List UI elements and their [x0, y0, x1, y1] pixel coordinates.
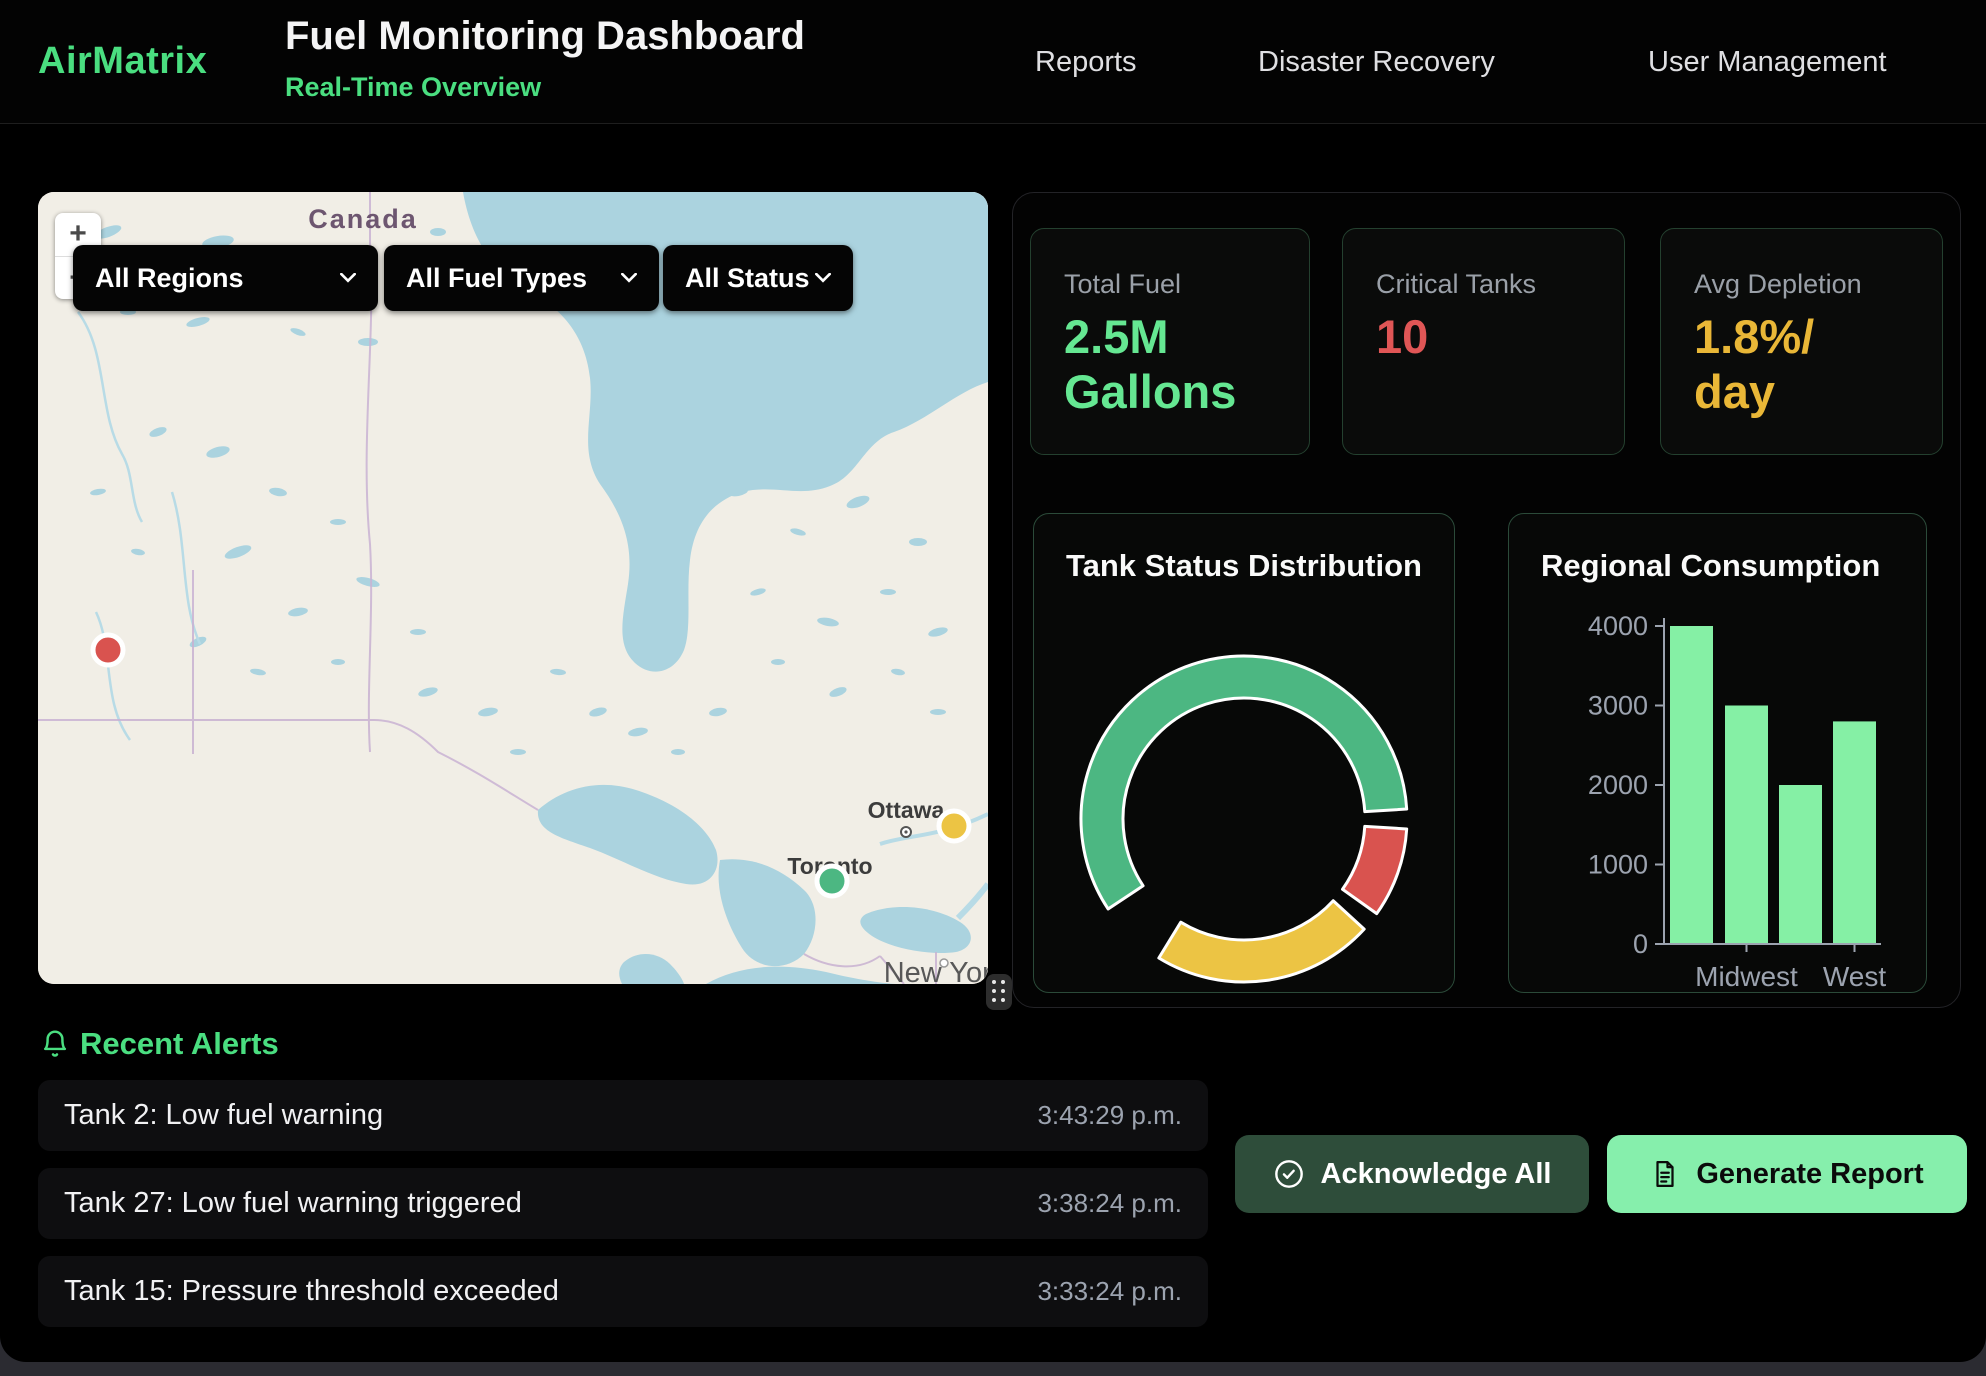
- stat-card-total-fuel: Total Fuel 2.5MGallons: [1030, 228, 1310, 455]
- bell-icon: [40, 1028, 70, 1060]
- chevron-down-icon: [621, 273, 637, 283]
- nav-reports[interactable]: Reports: [1035, 46, 1137, 79]
- alert-row[interactable]: Tank 27: Low fuel warning triggered 3:38…: [38, 1168, 1208, 1239]
- stat-card-critical-tanks: Critical Tanks 10: [1342, 228, 1625, 455]
- tank-status-donut-chart: [1034, 514, 1456, 992]
- stat-value: 2.5MGallons: [1064, 309, 1236, 420]
- stat-label: Critical Tanks: [1376, 269, 1536, 300]
- map-canvas[interactable]: Canada Ottawa Toronto New York + − All R…: [38, 192, 988, 984]
- page-title: Fuel Monitoring Dashboard: [285, 14, 805, 59]
- fuel-type-filter-select[interactable]: All Fuel Types: [384, 245, 659, 311]
- tank-marker-critical[interactable]: [93, 635, 123, 665]
- alert-text: Tank 15: Pressure threshold exceeded: [64, 1275, 559, 1308]
- stat-label: Avg Depletion: [1694, 269, 1862, 300]
- stat-value: 10: [1376, 309, 1428, 364]
- ottawa-town-dot: [904, 830, 907, 833]
- nav-user-management[interactable]: User Management: [1648, 46, 1887, 79]
- regional-consumption-bar-chart: 0 1000 2000 3000 4000 Midwest West: [1509, 514, 1928, 992]
- chevron-down-icon: [340, 273, 356, 283]
- alert-text: Tank 2: Low fuel warning: [64, 1099, 383, 1132]
- generate-report-button[interactable]: Generate Report: [1607, 1135, 1967, 1213]
- app-window: AirMatrix Fuel Monitoring Dashboard Real…: [0, 0, 1986, 1362]
- svg-text:4000: 4000: [1588, 611, 1648, 641]
- alert-row[interactable]: Tank 2: Low fuel warning 3:43:29 p.m.: [38, 1080, 1208, 1151]
- status-filter-select[interactable]: All Status: [663, 245, 853, 311]
- region-filter-select[interactable]: All Regions: [73, 245, 378, 311]
- tank-marker-warning[interactable]: [939, 811, 969, 841]
- alert-timestamp: 3:38:24 p.m.: [1037, 1188, 1182, 1219]
- alert-timestamp: 3:33:24 p.m.: [1037, 1276, 1182, 1307]
- header-bar: AirMatrix Fuel Monitoring Dashboard Real…: [0, 0, 1986, 124]
- svg-text:1000: 1000: [1588, 850, 1648, 880]
- brand-logo: AirMatrix: [38, 40, 207, 83]
- page-subtitle: Real-Time Overview: [285, 72, 541, 103]
- tank-status-chart-card: Tank Status Distribution: [1033, 513, 1455, 993]
- donut-chart-title: Tank Status Distribution: [1066, 548, 1422, 584]
- svg-text:Midwest: Midwest: [1695, 961, 1798, 992]
- generate-report-label: Generate Report: [1696, 1158, 1923, 1191]
- status-filter-value: All Status: [685, 263, 810, 294]
- dashboard-root: AirMatrix Fuel Monitoring Dashboard Real…: [0, 0, 1986, 1376]
- fuel-type-filter-value: All Fuel Types: [406, 263, 587, 294]
- svg-text:3000: 3000: [1588, 691, 1648, 721]
- label-ottawa: Ottawa: [868, 797, 945, 823]
- tank-marker-normal[interactable]: [817, 866, 847, 896]
- drag-handle-icon[interactable]: [986, 974, 1012, 1010]
- stat-label: Total Fuel: [1064, 269, 1181, 300]
- stat-card-avg-depletion: Avg Depletion 1.8%/day: [1660, 228, 1943, 455]
- alert-timestamp: 3:43:29 p.m.: [1037, 1100, 1182, 1131]
- region-filter-value: All Regions: [95, 263, 244, 294]
- window-bottom-strip: [0, 1362, 1986, 1376]
- bar-chart-title: Regional Consumption: [1541, 548, 1880, 584]
- alert-text: Tank 27: Low fuel warning triggered: [64, 1187, 522, 1220]
- nav-disaster-recovery[interactable]: Disaster Recovery: [1258, 46, 1495, 79]
- label-canada: Canada: [308, 204, 418, 234]
- svg-text:West: West: [1823, 961, 1886, 992]
- svg-text:2000: 2000: [1588, 770, 1648, 800]
- check-circle-icon: [1273, 1158, 1305, 1190]
- acknowledge-all-label: Acknowledge All: [1321, 1158, 1552, 1191]
- label-new-york: New York: [884, 957, 988, 984]
- alerts-heading: Recent Alerts: [80, 1026, 279, 1062]
- stat-value: 1.8%/day: [1694, 309, 1814, 420]
- chevron-down-icon: [815, 273, 831, 283]
- document-icon: [1650, 1159, 1680, 1189]
- regional-consumption-chart-card: Regional Consumption 0 1000 2000 3000 4000 Mi…: [1508, 513, 1927, 993]
- alert-row[interactable]: Tank 15: Pressure threshold exceeded 3:3…: [38, 1256, 1208, 1327]
- svg-text:0: 0: [1633, 929, 1648, 959]
- acknowledge-all-button[interactable]: Acknowledge All: [1235, 1135, 1589, 1213]
